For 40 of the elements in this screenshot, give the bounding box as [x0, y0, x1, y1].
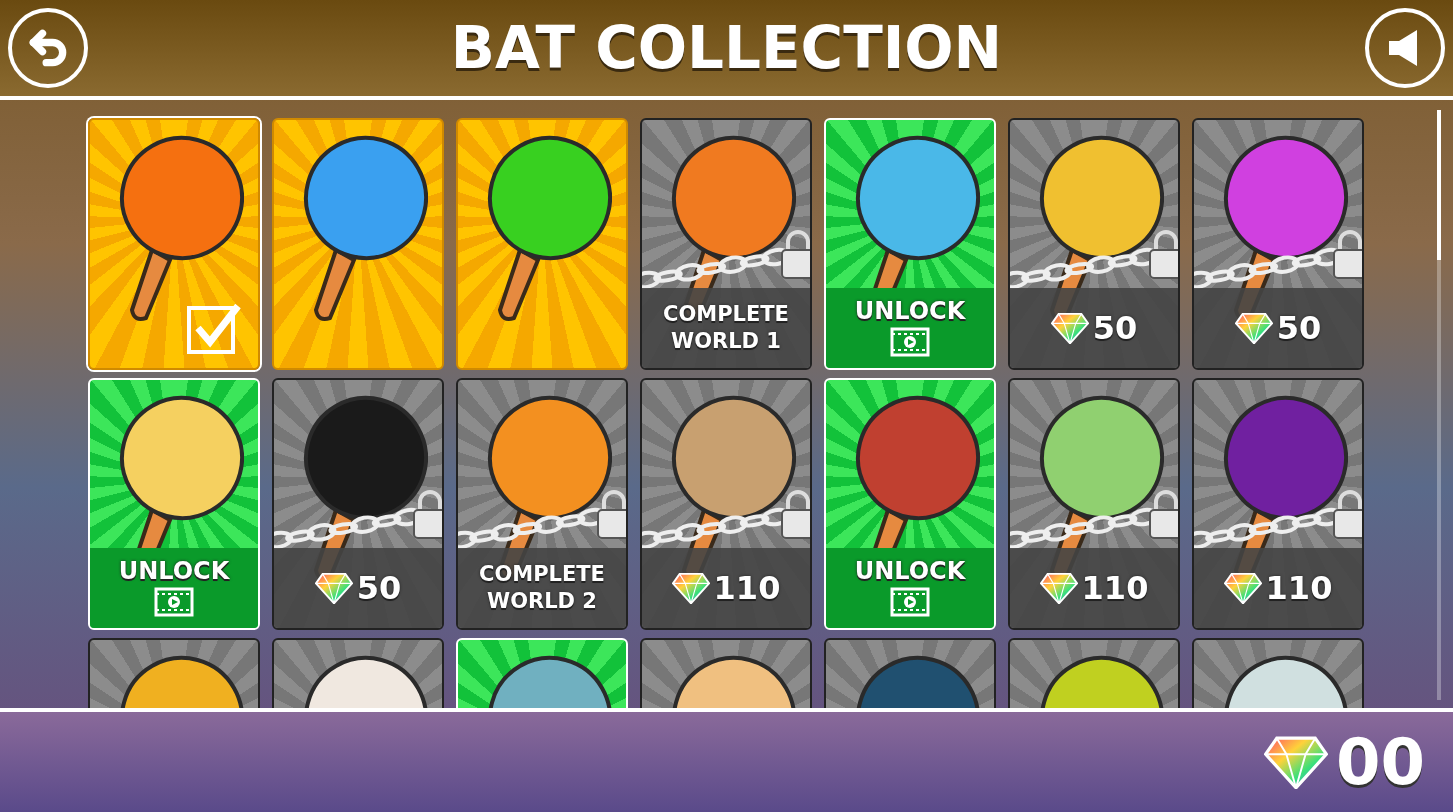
bat-card[interactable]: 110	[1008, 378, 1180, 630]
gem-icon	[1039, 571, 1078, 605]
gem-icon	[1223, 571, 1262, 605]
unlock-label: UNLOCK	[118, 559, 230, 583]
video-icon	[154, 587, 194, 617]
price-label: 50	[1092, 308, 1138, 349]
requirement-label: COMPLETE WORLD 2	[478, 560, 606, 615]
sound-button[interactable]	[1365, 8, 1445, 88]
bat-card[interactable]: 50	[272, 378, 444, 630]
requirement-label: COMPLETE WORLD 1	[662, 300, 790, 355]
bat-card[interactable]	[456, 118, 628, 370]
price-label: 50	[1276, 308, 1322, 349]
page-title: BAT COLLECTION	[450, 12, 1003, 84]
video-icon	[890, 327, 930, 357]
back-button[interactable]	[8, 8, 88, 88]
bat-card[interactable]: 110	[1192, 378, 1364, 630]
bat-card[interactable]: 110	[640, 378, 812, 630]
gem-icon	[671, 571, 710, 605]
bat-card[interactable]: UNLOCK	[824, 118, 996, 370]
gem-icon	[1234, 311, 1273, 345]
unlock-label: UNLOCK	[854, 299, 966, 323]
price-label: 110	[1081, 568, 1149, 609]
bat-card[interactable]	[272, 118, 444, 370]
bat-card[interactable]: UNLOCK	[824, 378, 996, 630]
bat-card[interactable]: 50	[1192, 118, 1364, 370]
video-icon	[890, 587, 930, 617]
gem-count: 00	[1335, 724, 1425, 801]
price-label: 110	[713, 568, 781, 609]
price-label: 50	[356, 568, 402, 609]
bat-card[interactable]: UNLOCK	[88, 378, 260, 630]
bat-card[interactable]: COMPLETE WORLD 1	[640, 118, 812, 370]
gem-icon	[314, 571, 353, 605]
gem-icon	[1050, 311, 1089, 345]
bat-card[interactable]: 50	[1008, 118, 1180, 370]
price-label: 110	[1265, 568, 1333, 609]
bat-card[interactable]	[88, 118, 260, 370]
scrollbar-thumb[interactable]	[1437, 110, 1441, 260]
bat-card[interactable]: COMPLETE WORLD 2	[456, 378, 628, 630]
gem-icon	[1263, 734, 1328, 790]
unlock-label: UNLOCK	[854, 559, 966, 583]
